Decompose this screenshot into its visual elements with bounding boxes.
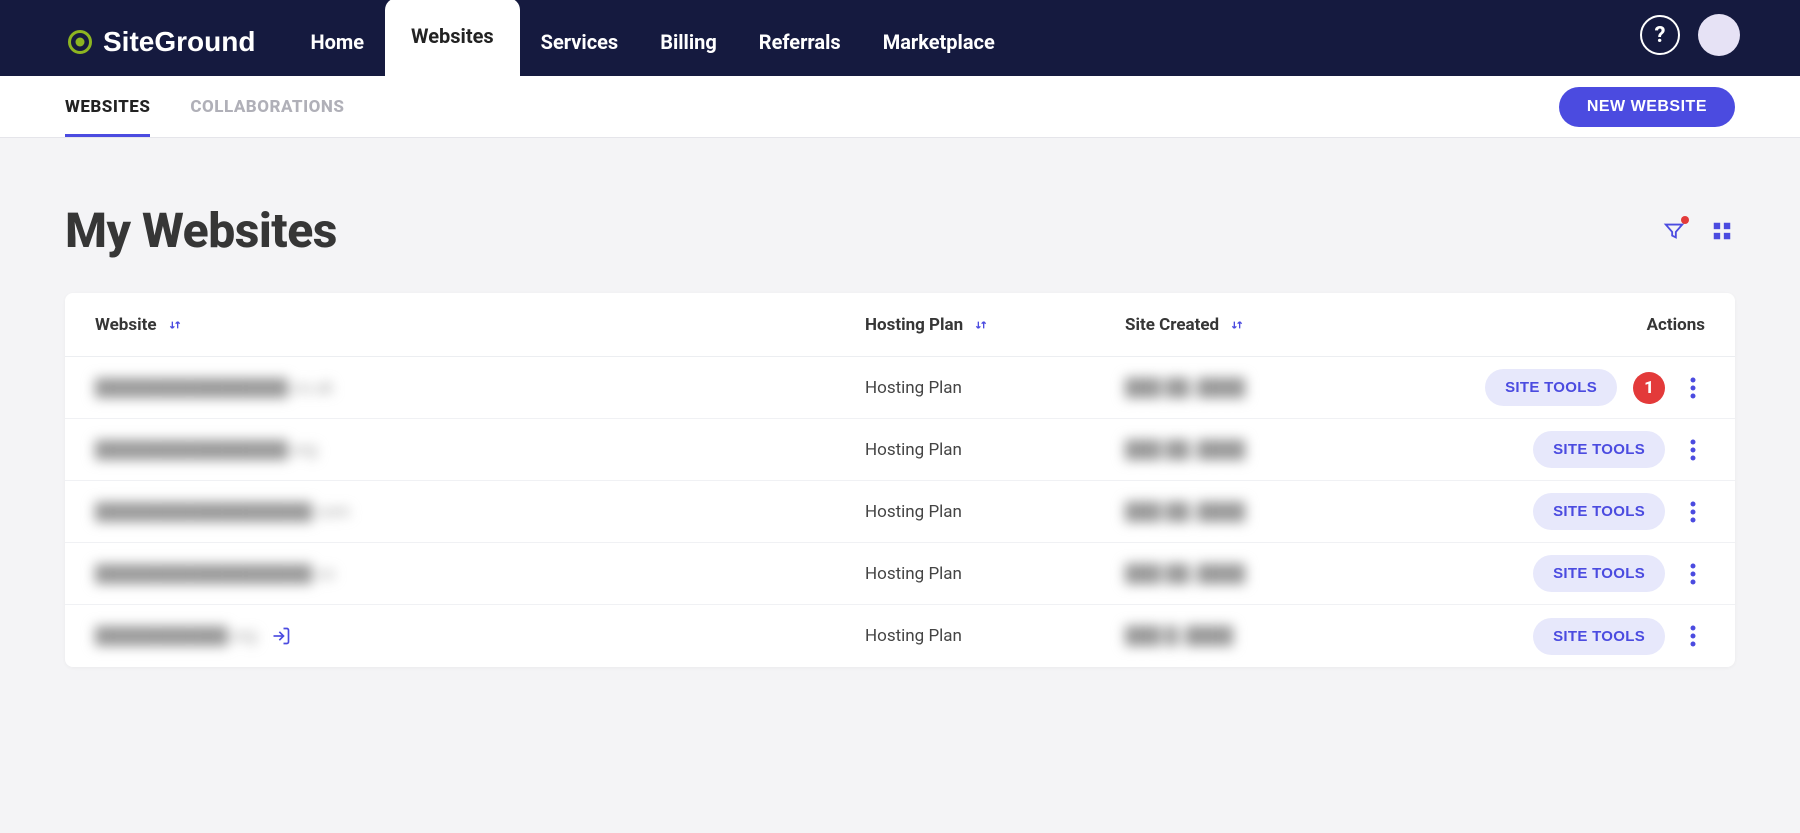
tab-collaborations[interactable]: COLLABORATIONS [190,76,344,137]
nav-referrals[interactable]: Referrals [738,8,862,76]
cell-actions: SITE TOOLS [1385,431,1705,468]
col-website-label: Website [95,315,157,335]
col-website[interactable]: Website [95,315,865,335]
cell-website: ██████████████████.com [95,502,865,522]
website-name[interactable]: ██████████████████.co [95,564,335,584]
created-date: ███ ██, ████ [1125,564,1245,584]
created-date: ███ ██, ████ [1125,378,1245,398]
site-tools-button[interactable]: SITE TOOLS [1533,493,1665,530]
kebab-icon [1690,439,1696,461]
login-icon [271,626,291,646]
cell-plan: Hosting Plan [865,626,1125,646]
table-row: ████████████████.co.uk Hosting Plan███ ██… [65,357,1735,419]
nav-websites[interactable]: Websites [385,0,520,76]
brand-logo[interactable]: SiteGround [65,26,255,76]
cell-website: ███████████.org [95,626,865,646]
new-website-button[interactable]: NEW WEBSITE [1559,87,1735,127]
table-row: ██████████████████.com Hosting Plan███ ██… [65,481,1735,543]
kebab-icon [1690,377,1696,399]
created-date: ███ ██, ████ [1125,502,1245,522]
cell-created: ███ ██, ████ [1125,440,1385,460]
site-tools-button[interactable]: SITE TOOLS [1533,555,1665,592]
site-tools-button[interactable]: SITE TOOLS [1485,369,1617,406]
table-header: Website Hosting Plan Site Created Action… [65,293,1735,357]
page-header: My Websites [65,202,1735,259]
website-name[interactable]: ██████████████████.com [95,502,350,522]
cell-plan: Hosting Plan [865,440,1125,460]
website-name[interactable]: ███████████.org [95,626,257,646]
cell-plan: Hosting Plan [865,502,1125,522]
col-actions: Actions [1385,315,1705,335]
more-actions-button[interactable] [1681,625,1705,647]
sort-icon [1229,317,1245,333]
more-actions-button[interactable] [1681,439,1705,461]
brand-name: SiteGround [103,26,255,58]
col-plan[interactable]: Hosting Plan [865,315,1125,335]
cell-created: ███ ██, ████ [1125,564,1385,584]
table-row: ████████████████.org Hosting Plan███ ██, … [65,419,1735,481]
website-name[interactable]: ████████████████.co.uk [95,378,333,398]
created-date: ███ █, ████ [1125,626,1233,646]
main-nav: Home Websites Services Billing Referrals… [289,0,1015,76]
kebab-icon [1690,563,1696,585]
filter-active-dot-icon [1681,216,1689,224]
annotation-badge: 1 [1633,372,1665,404]
cell-website: ██████████████████.co [95,564,865,584]
cell-actions: SITE TOOLS [1385,493,1705,530]
cell-plan: Hosting Plan [865,564,1125,584]
cell-actions: SITE TOOLS [1385,618,1705,655]
nav-home[interactable]: Home [289,8,385,76]
table-row: ██████████████████.co Hosting Plan███ ██,… [65,543,1735,605]
websites-table: Website Hosting Plan Site Created Action… [65,293,1735,667]
cell-created: ███ █, ████ [1125,626,1385,646]
subnav-tabs: WEBSITES COLLABORATIONS [65,76,344,137]
site-tools-button[interactable]: SITE TOOLS [1533,431,1665,468]
page-title: My Websites [65,202,337,259]
table-body: ████████████████.co.ukHosting Plan███ ██… [65,357,1735,667]
kebab-icon [1690,625,1696,647]
more-actions-button[interactable] [1681,563,1705,585]
table-row: ███████████.org Hosting Plan███ █, ████ SI… [65,605,1735,667]
cell-created: ███ ██, ████ [1125,378,1385,398]
more-actions-button[interactable] [1681,377,1705,399]
sort-icon [167,317,183,333]
cell-actions: SITE TOOLS [1385,555,1705,592]
help-icon: ? [1655,23,1666,48]
nav-marketplace[interactable]: Marketplace [862,8,1016,76]
website-name[interactable]: ████████████████.org [95,440,317,460]
nav-billing[interactable]: Billing [639,8,738,76]
help-button[interactable]: ? [1640,15,1680,55]
nav-right: ? [1640,14,1740,76]
tab-websites[interactable]: WEBSITES [65,76,150,137]
sort-icon [973,317,989,333]
site-tools-button[interactable]: SITE TOOLS [1533,618,1665,655]
col-created-label: Site Created [1125,315,1219,335]
page-tools [1661,218,1735,244]
page: My Websites Website Hosting Plan Site Cr… [0,138,1800,667]
nav-services[interactable]: Services [520,8,640,76]
more-actions-button[interactable] [1681,501,1705,523]
col-plan-label: Hosting Plan [865,315,963,335]
logo-icon [65,27,95,57]
wp-login-button[interactable] [271,626,291,646]
cell-actions: SITE TOOLS 1 [1385,369,1705,406]
cell-created: ███ ██, ████ [1125,502,1385,522]
cell-plan: Hosting Plan [865,378,1125,398]
sub-nav: WEBSITES COLLABORATIONS NEW WEBSITE [0,76,1800,138]
kebab-icon [1690,501,1696,523]
created-date: ███ ██, ████ [1125,440,1245,460]
top-nav: SiteGround Home Websites Services Billin… [0,0,1800,76]
avatar[interactable] [1698,14,1740,56]
col-actions-label: Actions [1647,315,1705,335]
grid-icon [1711,220,1733,242]
cell-website: ████████████████.co.uk [95,378,865,398]
cell-website: ████████████████.org [95,440,865,460]
grid-view-button[interactable] [1709,218,1735,244]
col-created[interactable]: Site Created [1125,315,1385,335]
filter-button[interactable] [1661,218,1687,244]
